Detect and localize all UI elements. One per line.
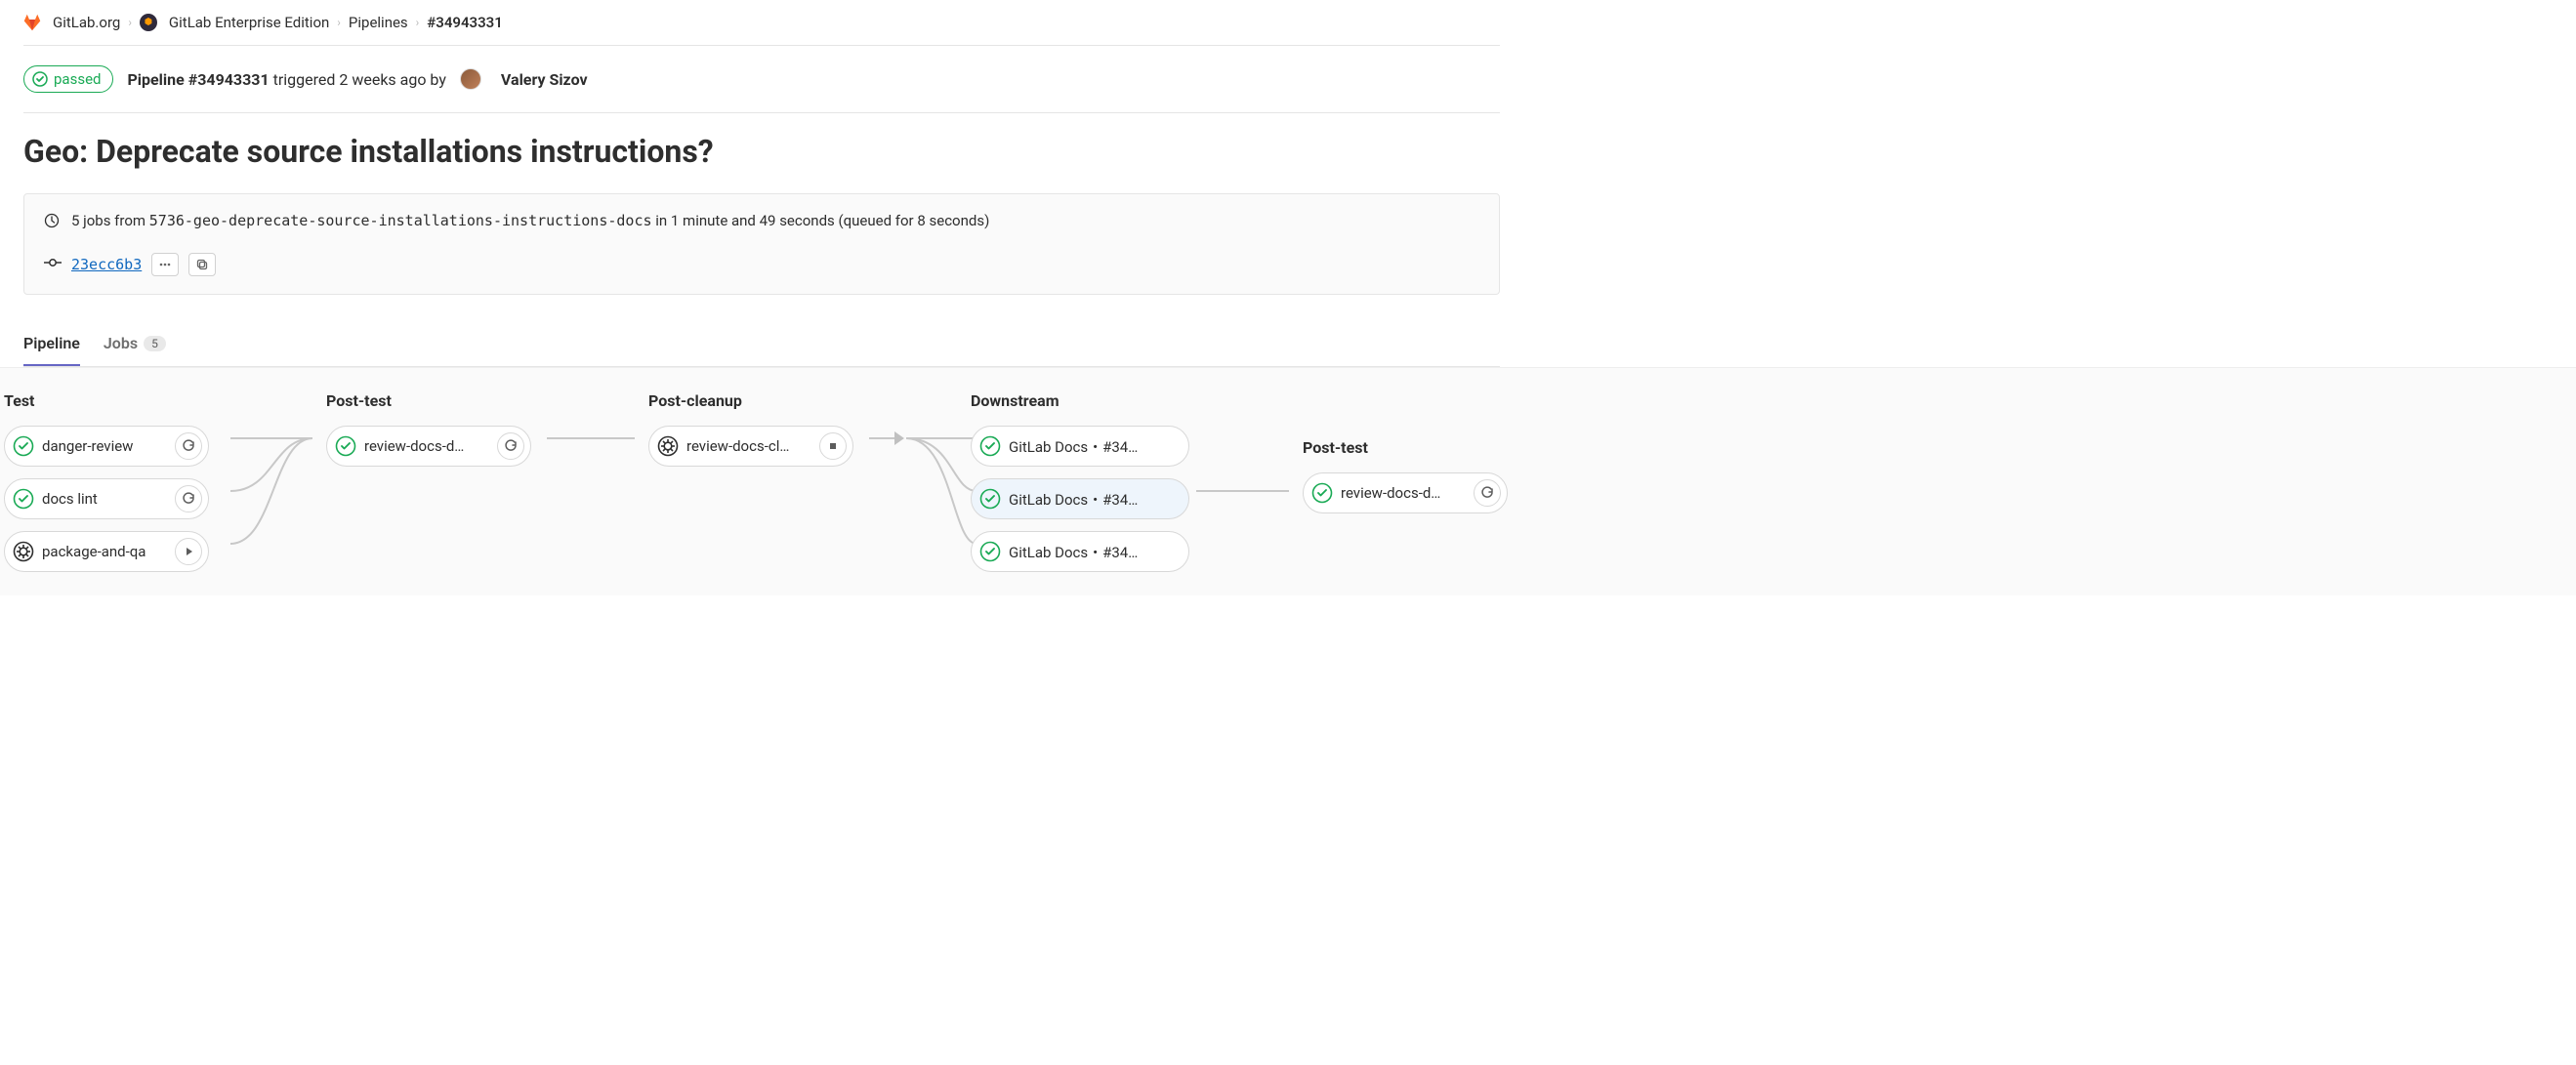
check-circle-icon bbox=[335, 435, 356, 457]
job-pill[interactable]: package-and-qa bbox=[4, 531, 209, 572]
jobs-count-badge: 5 bbox=[144, 336, 166, 351]
job-name: danger-review bbox=[42, 437, 167, 455]
check-circle-icon bbox=[979, 541, 1001, 562]
job-name: package-and-qa bbox=[42, 543, 167, 560]
check-circle-icon bbox=[13, 435, 34, 457]
job-name: docs lint bbox=[42, 490, 167, 508]
commit-sha[interactable]: 23ecc6b3 bbox=[71, 256, 142, 273]
stage-title: Post-cleanup bbox=[648, 391, 932, 410]
job-pill[interactable]: docs lint bbox=[4, 478, 209, 519]
pipeline-graph: Test danger-review docs lint package-and-qa… bbox=[0, 367, 2576, 595]
stage-column: Post-test review-docs-d… bbox=[1303, 391, 1586, 513]
job-name: GitLab Docs・#34… bbox=[1009, 489, 1183, 510]
job-pill[interactable]: GitLab Docs・#34… bbox=[971, 531, 1189, 572]
breadcrumb-org[interactable]: GitLab.org bbox=[53, 14, 120, 31]
divider bbox=[23, 112, 1500, 113]
stage-title: Downstream bbox=[971, 391, 1264, 410]
copy-icon bbox=[195, 258, 209, 271]
retry-button[interactable] bbox=[175, 432, 202, 460]
check-circle-icon bbox=[32, 71, 48, 87]
tabs: Pipeline Jobs 5 bbox=[23, 322, 1500, 367]
commit-icon bbox=[44, 254, 62, 275]
check-circle-icon bbox=[979, 488, 1001, 510]
stage-column: Post-cleanup review-docs-cl… bbox=[648, 391, 932, 467]
job-pill[interactable]: review-docs-d… bbox=[1303, 472, 1508, 513]
tab-jobs[interactable]: Jobs 5 bbox=[104, 322, 166, 366]
copy-sha-button[interactable] bbox=[188, 253, 216, 276]
stage-title: Post-test bbox=[1303, 438, 1586, 457]
gear-circle-icon bbox=[13, 541, 34, 562]
check-circle-icon bbox=[13, 488, 34, 510]
stage-title: Post-test bbox=[326, 391, 609, 410]
job-name: GitLab Docs・#34… bbox=[1009, 436, 1183, 457]
status-label: passed bbox=[54, 70, 101, 88]
chevron-right-icon: › bbox=[128, 16, 132, 29]
stage-title: Test bbox=[4, 391, 287, 410]
job-pill[interactable]: GitLab Docs・#34… bbox=[971, 478, 1189, 519]
job-pill[interactable]: GitLab Docs・#34… bbox=[971, 426, 1189, 467]
pipeline-header: passed Pipeline #34943331 triggered 2 we… bbox=[23, 46, 1500, 112]
job-pill[interactable]: review-docs-cl… bbox=[648, 426, 853, 467]
retry-button[interactable] bbox=[1474, 479, 1501, 507]
job-name: review-docs-d… bbox=[364, 437, 489, 455]
gitlab-icon bbox=[23, 14, 41, 31]
job-pill[interactable]: review-docs-d… bbox=[326, 426, 531, 467]
retry-button[interactable] bbox=[497, 432, 524, 460]
ellipsis-icon bbox=[158, 258, 172, 271]
play-button[interactable] bbox=[175, 538, 202, 565]
tab-pipeline[interactable]: Pipeline bbox=[23, 322, 80, 366]
job-name: review-docs-cl… bbox=[686, 437, 811, 455]
chevron-right-icon: › bbox=[416, 16, 420, 29]
check-circle-icon bbox=[979, 435, 1001, 457]
clock-icon bbox=[44, 213, 60, 228]
job-name: review-docs-d… bbox=[1341, 484, 1466, 502]
job-pill[interactable]: danger-review bbox=[4, 426, 209, 467]
stop-button[interactable] bbox=[819, 432, 847, 460]
retry-button[interactable] bbox=[175, 485, 202, 512]
job-name: GitLab Docs・#34… bbox=[1009, 542, 1183, 562]
check-circle-icon bbox=[1311, 482, 1333, 504]
breadcrumb-section[interactable]: Pipelines bbox=[349, 14, 408, 31]
gear-circle-icon bbox=[657, 435, 679, 457]
breadcrumb-current: #34943331 bbox=[427, 14, 503, 31]
commit-info: 23ecc6b3 bbox=[44, 253, 1479, 276]
more-options-button[interactable] bbox=[151, 253, 179, 276]
pipeline-jobs-info: 5 jobs from 5736-geo-deprecate-source-in… bbox=[44, 212, 1479, 229]
stage-column: Post-test review-docs-d… bbox=[326, 391, 609, 467]
page-title: Geo: Deprecate source installations inst… bbox=[23, 133, 1500, 170]
breadcrumb-project[interactable]: GitLab Enterprise Edition bbox=[169, 14, 329, 31]
chevron-right-icon: › bbox=[337, 16, 341, 29]
breadcrumb: GitLab.org › ⬢ GitLab Enterprise Edition… bbox=[23, 0, 1500, 45]
author-name[interactable]: Valery Sizov bbox=[501, 70, 588, 89]
pipeline-trigger-text: Pipeline #34943331 triggered 2 weeks ago… bbox=[127, 70, 445, 89]
stage-column: Test danger-review docs lint package-and-qa bbox=[4, 391, 287, 572]
stage-column: Downstream GitLab Docs・#34… GitLab Docs・#3… bbox=[971, 391, 1264, 572]
avatar[interactable] bbox=[460, 68, 481, 90]
status-badge[interactable]: passed bbox=[23, 65, 113, 93]
project-icon: ⬢ bbox=[140, 14, 157, 31]
pipeline-info-box: 5 jobs from 5736-geo-deprecate-source-in… bbox=[23, 193, 1500, 295]
